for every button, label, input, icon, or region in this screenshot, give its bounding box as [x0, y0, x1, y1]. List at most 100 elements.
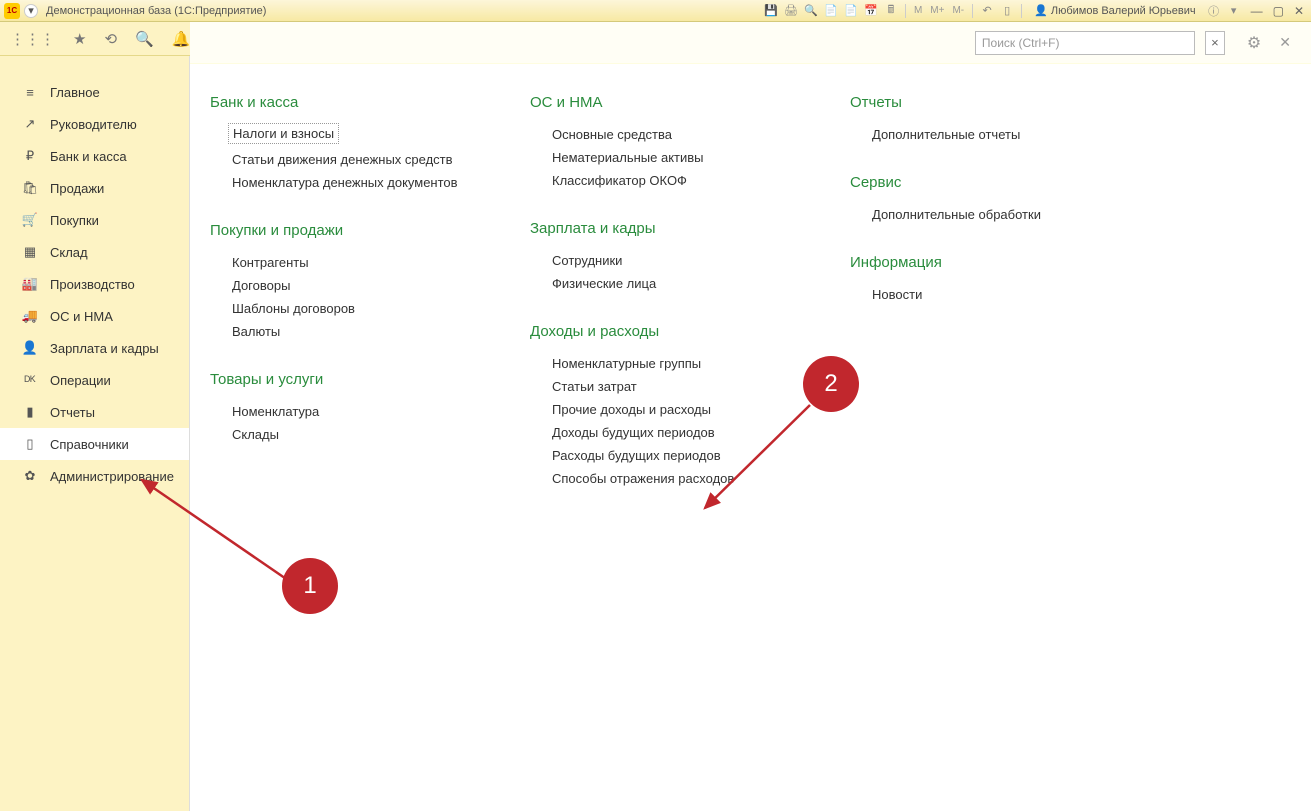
sidebar-item-purchases[interactable]: 🛒Покупки [0, 204, 189, 236]
section-title: ОС и НМА [530, 94, 790, 111]
search-icon[interactable]: 🔍 [135, 30, 154, 48]
calc-icon[interactable]: 🖩 [883, 3, 899, 19]
section-reports: Отчеты Дополнительные отчеты [850, 94, 1090, 146]
memory-mplus[interactable]: M+ [928, 5, 946, 16]
main-toolbar: Поиск (Ctrl+F) × ⚙ ✕ [190, 22, 1311, 64]
link-additional-reports[interactable]: Дополнительные отчеты [850, 123, 1090, 146]
link-intangibles[interactable]: Нематериальные активы [530, 146, 790, 169]
sidebar-item-label: Операции [50, 373, 111, 388]
sidebar-item-operations[interactable]: ᴰᴷОперации [0, 364, 189, 396]
doc2-icon[interactable]: 📄 [843, 3, 859, 19]
sidebar-item-label: Администрирование [50, 469, 174, 484]
back-icon[interactable]: ↶ [979, 3, 995, 19]
sidebar-item-admin[interactable]: ✿ Администрирование [0, 460, 189, 492]
section-title: Информация [850, 254, 1090, 271]
user-name: Любимов Валерий Юрьевич [1051, 5, 1196, 17]
preview-icon[interactable]: 🔍 [803, 3, 819, 19]
print-icon[interactable]: 🖨 [783, 3, 799, 19]
save-icon[interactable]: 💾 [763, 3, 779, 19]
sidebar-item-catalogs[interactable]: ▯Справочники [0, 428, 189, 460]
user-label[interactable]: 👤 Любимов Валерий Юрьевич [1034, 4, 1195, 17]
chart-icon: ↗ [20, 116, 40, 132]
main-area: Поиск (Ctrl+F) × ⚙ ✕ Банк и касса Налоги… [190, 22, 1311, 811]
link-contracts[interactable]: Договоры [210, 274, 470, 297]
sidebar-item-reports[interactable]: ▮Отчеты [0, 396, 189, 428]
settings-gear-icon[interactable]: ⚙ [1247, 33, 1261, 53]
sidebar-item-production[interactable]: 🏭 Производство [0, 268, 189, 300]
panel-close-icon[interactable]: ✕ [1279, 34, 1291, 51]
memory-m[interactable]: M [912, 5, 924, 16]
grid-icon: ▦ [20, 244, 40, 260]
sidebar-item-assets[interactable]: 🚚ОС и НМА [0, 300, 189, 332]
apps-icon[interactable]: ⋮⋮⋮ [10, 30, 55, 48]
ruble-icon: ₽ [20, 148, 40, 164]
link-individuals[interactable]: Физические лица [530, 272, 790, 295]
sidebar-item-bank[interactable]: ₽Банк и касса [0, 140, 189, 172]
link-cash-docs[interactable]: Номенклатура денежных документов [210, 171, 470, 194]
section-sales: Покупки и продажи Контрагенты Договоры Ш… [210, 222, 470, 343]
search-clear-button[interactable]: × [1205, 31, 1225, 55]
user-icon: 👤 [1034, 4, 1048, 17]
link-cashflow[interactable]: Статьи движения денежных средств [210, 148, 470, 171]
titlebar: 1C ▾ Демонстрационная база (1С:Предприят… [0, 0, 1311, 22]
history-icon[interactable]: ⟲ [104, 30, 117, 48]
link-additional-proc[interactable]: Дополнительные обработки [850, 203, 1090, 226]
window-title: Демонстрационная база (1С:Предприятие) [46, 5, 266, 17]
sidebar-item-label: Главное [50, 85, 100, 100]
window-controls: — ▢ ✕ [1248, 4, 1307, 18]
link-employees[interactable]: Сотрудники [530, 249, 790, 272]
bag-icon: 🛍 [20, 180, 40, 196]
link-expense-methods[interactable]: Способы отражения расходов [530, 467, 790, 490]
close-button[interactable]: ✕ [1291, 4, 1307, 18]
link-future-income[interactable]: Доходы будущих периодов [530, 421, 790, 444]
section-goods: Товары и услуги Номенклатура Склады [210, 371, 470, 446]
doc1-icon[interactable]: 📄 [823, 3, 839, 19]
sidebar-item-sales[interactable]: 🛍Продажи [0, 172, 189, 204]
sidebar-item-manager[interactable]: ↗Руководителю [0, 108, 189, 140]
sidebar-item-main[interactable]: ≡Главное [0, 76, 189, 108]
link-currencies[interactable]: Валюты [210, 320, 470, 343]
bookmark-icon[interactable]: ▯ [999, 3, 1015, 19]
sidebar-item-label: Производство [50, 277, 135, 292]
memory-mminus[interactable]: M- [950, 5, 966, 16]
section-title: Банк и касса [210, 94, 470, 111]
person-icon: 👤 [20, 340, 40, 356]
search-input[interactable]: Поиск (Ctrl+F) [975, 31, 1195, 55]
link-taxes[interactable]: Налоги и взносы [228, 123, 339, 144]
info-icon[interactable]: ⓘ [1206, 3, 1222, 19]
link-warehouses[interactable]: Склады [210, 423, 470, 446]
sidebar-item-label: Склад [50, 245, 88, 260]
link-nomenclature[interactable]: Номенклатура [210, 400, 470, 423]
link-contract-templates[interactable]: Шаблоны договоров [210, 297, 470, 320]
section-title: Сервис [850, 174, 1090, 191]
link-counterparties[interactable]: Контрагенты [210, 251, 470, 274]
cart-icon: 🛒 [20, 212, 40, 228]
sidebar: ≡Главное ↗Руководителю ₽Банк и касса 🛍Пр… [0, 56, 190, 811]
section-hr: Зарплата и кадры Сотрудники Физические л… [530, 220, 790, 295]
app-dropdown-icon[interactable]: ▾ [24, 4, 38, 18]
factory-icon: 🏭 [20, 276, 40, 292]
toolbar-icons: 💾 🖨 🔍 📄 📄 📅 🖩 M M+ M- ↶ ▯ 👤 Любимов Вале… [763, 3, 1242, 19]
calendar-icon[interactable]: 📅 [863, 3, 879, 19]
link-fixed-assets[interactable]: Основные средства [530, 123, 790, 146]
bell-icon[interactable]: 🔔 [172, 30, 191, 48]
link-okof[interactable]: Классификатор ОКОФ [530, 169, 790, 192]
minimize-button[interactable]: — [1248, 4, 1266, 18]
link-future-expenses[interactable]: Расходы будущих периодов [530, 444, 790, 467]
link-nom-groups[interactable]: Номенклатурные группы [530, 352, 790, 375]
sidebar-item-hr[interactable]: 👤Зарплата и кадры [0, 332, 189, 364]
link-other-income[interactable]: Прочие доходы и расходы [530, 398, 790, 421]
sidebar-item-warehouse[interactable]: ▦ Склад [0, 236, 189, 268]
more-icon[interactable]: ▾ [1226, 3, 1242, 19]
column-1: Банк и касса Налоги и взносы Статьи движ… [210, 94, 470, 518]
section-assets: ОС и НМА Основные средства Нематериальны… [530, 94, 790, 192]
link-cost-items[interactable]: Статьи затрат [530, 375, 790, 398]
link-news[interactable]: Новости [850, 283, 1090, 306]
section-title: Доходы и расходы [530, 323, 790, 340]
annotation-badge-1: 1 [282, 558, 338, 614]
bars-icon: ▮ [20, 404, 40, 420]
section-title: Зарплата и кадры [530, 220, 790, 237]
gear-icon: ✿ [20, 468, 40, 484]
maximize-button[interactable]: ▢ [1270, 4, 1287, 18]
star-icon[interactable]: ★ [73, 30, 86, 48]
